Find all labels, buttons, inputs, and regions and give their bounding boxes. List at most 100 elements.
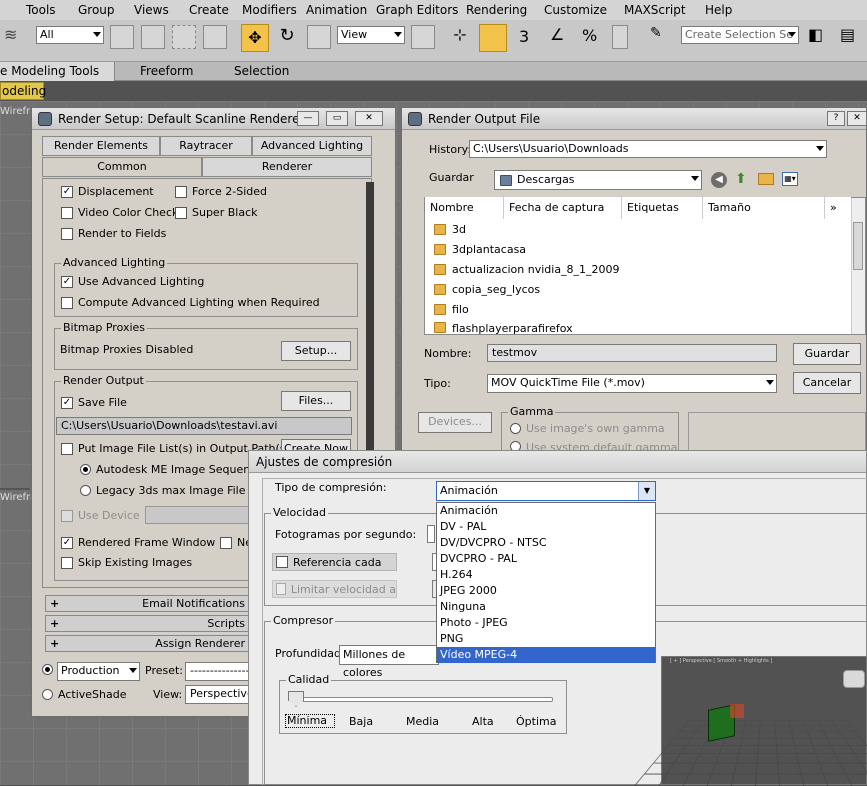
scroll-thumb[interactable]: [853, 222, 863, 270]
profundidad-dropdown[interactable]: Millones de colores: [339, 645, 439, 679]
ribbon-subtab[interactable]: odeling: [0, 82, 46, 100]
compute-advanced-lighting-checkbox[interactable]: Compute Advanced Lighting when Required: [61, 296, 320, 309]
select-by-name-icon[interactable]: [141, 25, 165, 49]
setup-button[interactable]: Setup...: [281, 341, 351, 361]
cancelar-button[interactable]: Cancelar: [793, 372, 861, 394]
ref-coord-dropdown[interactable]: View: [337, 26, 405, 44]
compression-option[interactable]: Animación: [437, 503, 655, 519]
select-manipulate-icon[interactable]: ⊹: [448, 25, 472, 49]
angle-snap-icon[interactable]: ∠: [550, 25, 574, 49]
quality-tick-alta[interactable]: Alta: [472, 715, 494, 728]
up-folder-icon[interactable]: ⬆: [735, 171, 747, 187]
compression-type-list[interactable]: Animación DV - PAL DV/DVCPRO - NTSC DVCPRO …: [436, 502, 656, 663]
rollup-assign-renderer[interactable]: + Assign Renderer: [45, 635, 250, 652]
minimize-button[interactable]: —: [297, 111, 319, 126]
ribbon-tab-selection[interactable]: Selection: [234, 64, 289, 78]
view-menu-icon[interactable]: ▦▾: [782, 172, 798, 186]
column-etiquetas[interactable]: Etiquetas: [622, 197, 703, 219]
close-button[interactable]: ✕: [355, 111, 383, 126]
select-scale-icon[interactable]: [307, 25, 331, 49]
viewcube-icon[interactable]: [843, 670, 865, 688]
snap-toggle-label[interactable]: 3: [519, 27, 529, 46]
close-button[interactable]: ✕: [847, 111, 867, 126]
list-item[interactable]: actualizacion nvidia_8_1_2009: [434, 259, 620, 279]
select-move-icon[interactable]: ✥: [241, 24, 269, 52]
list-item[interactable]: filo: [434, 299, 469, 319]
limitar-checkbox[interactable]: Limitar velocidad a: [272, 580, 397, 598]
selection-set-field[interactable]: Create Selection Se: [681, 26, 799, 44]
referencia-checkbox[interactable]: Referencia cada: [272, 553, 397, 571]
legacy-image-list-radio[interactable]: Legacy 3ds max Image File List (: [80, 484, 276, 497]
quality-slider-track[interactable]: [292, 697, 553, 702]
column-tamano[interactable]: Tamaño: [703, 197, 825, 219]
video-color-check-checkbox[interactable]: Video Color Check: [61, 206, 178, 219]
quality-tick-optima[interactable]: Óptima: [516, 715, 556, 728]
rollup-email-notifications[interactable]: + Email Notifications: [45, 595, 250, 612]
menu-tools[interactable]: Tools: [26, 3, 56, 17]
new-folder-icon[interactable]: [758, 173, 774, 185]
compression-option[interactable]: Photo - JPEG: [437, 615, 655, 631]
menu-customize[interactable]: Customize: [544, 3, 607, 17]
compression-option[interactable]: DV/DVCPRO - NTSC: [437, 535, 655, 551]
tipo-dropdown[interactable]: MOV QuickTime File (*.mov): [487, 374, 777, 393]
autodesk-me-radio[interactable]: Autodesk ME Image Sequence F: [80, 463, 273, 476]
guardar-button[interactable]: Guardar: [793, 343, 861, 365]
rendered-frame-window-checkbox[interactable]: ✓ Rendered Frame Window: [61, 536, 215, 549]
displacement-checkbox[interactable]: ✓ Displacement: [61, 185, 154, 198]
compression-option[interactable]: H.264: [437, 567, 655, 583]
compression-option[interactable]: Vídeo MPEG-4: [437, 647, 655, 663]
tipo-compresion-dropdown[interactable]: Animación: [436, 481, 656, 501]
force-2sided-checkbox[interactable]: Force 2-Sided: [175, 185, 267, 198]
devices-button[interactable]: Devices...: [418, 412, 492, 433]
help-button[interactable]: ?: [827, 111, 845, 126]
preset-dropdown[interactable]: ------------------: [185, 662, 251, 681]
use-advanced-lighting-checkbox[interactable]: ✓ Use Advanced Lighting: [61, 275, 204, 288]
select-object-icon[interactable]: [110, 25, 134, 49]
column-more[interactable]: »: [825, 197, 851, 219]
view-dropdown[interactable]: Perspective: [185, 685, 251, 704]
compression-option[interactable]: PNG: [437, 631, 655, 647]
rect-selection-icon[interactable]: [172, 25, 196, 49]
tab-raytracer[interactable]: Raytracer: [160, 136, 252, 156]
use-device-checkbox[interactable]: Use Device: [61, 509, 140, 522]
quality-tick-media[interactable]: Media: [406, 715, 439, 728]
super-black-checkbox[interactable]: Super Black: [175, 206, 257, 219]
column-nombre[interactable]: Nombre: [425, 197, 504, 219]
fps-field[interactable]: [427, 525, 435, 543]
quality-tick-baja[interactable]: Baja: [349, 715, 373, 728]
save-file-checkbox[interactable]: ✓ Save File: [61, 396, 127, 409]
bind-spacewarp-icon[interactable]: ≋: [4, 25, 28, 49]
menu-rendering[interactable]: Rendering: [466, 3, 527, 17]
compression-option[interactable]: Ninguna: [437, 599, 655, 615]
ribbon-tab-freeform[interactable]: Freeform: [140, 64, 193, 78]
column-fecha[interactable]: Fecha de captura: [504, 197, 622, 219]
production-dropdown[interactable]: Production: [57, 662, 140, 681]
mirror-icon[interactable]: ◧: [808, 25, 832, 49]
tab-renderer[interactable]: Renderer: [202, 157, 372, 177]
list-item[interactable]: 3d: [434, 219, 466, 239]
skip-existing-images-checkbox[interactable]: Skip Existing Images: [61, 556, 192, 569]
menu-maxscript[interactable]: MAXScript: [624, 3, 686, 17]
menu-animation[interactable]: Animation: [306, 3, 367, 17]
compression-option[interactable]: DVCPRO - PAL: [437, 551, 655, 567]
select-rotate-icon[interactable]: ↻: [275, 25, 299, 49]
menu-views[interactable]: Views: [134, 3, 169, 17]
tab-common[interactable]: Common: [42, 157, 202, 177]
quality-tick-minima[interactable]: Mínima: [285, 714, 335, 728]
spinner-snap-icon[interactable]: [612, 25, 628, 49]
save-in-dropdown[interactable]: Descargas: [494, 170, 702, 190]
tab-render-elements[interactable]: Render Elements: [42, 136, 160, 156]
list-item[interactable]: 3dplantacasa: [434, 239, 526, 259]
menu-graph-editors[interactable]: Graph Editors: [376, 3, 458, 17]
menu-create[interactable]: Create: [189, 3, 229, 17]
menu-help[interactable]: Help: [705, 3, 732, 17]
render-to-fields-checkbox[interactable]: Render to Fields: [61, 227, 166, 240]
gamma-own-radio[interactable]: Use image's own gamma: [510, 422, 665, 435]
perspective-viewport-label[interactable]: [ + ] Perspective [ Smooth + Highlights …: [670, 658, 772, 664]
selection-filter-dropdown[interactable]: All: [36, 26, 104, 44]
back-icon[interactable]: ◀: [711, 172, 727, 188]
dropdown-arrow-icon[interactable]: ▼: [638, 482, 655, 500]
list-item[interactable]: flashplayerparafirefox: [434, 319, 573, 334]
nombre-field[interactable]: testmov: [487, 344, 777, 362]
history-dropdown[interactable]: C:\Users\Usuario\Downloads: [469, 140, 827, 158]
